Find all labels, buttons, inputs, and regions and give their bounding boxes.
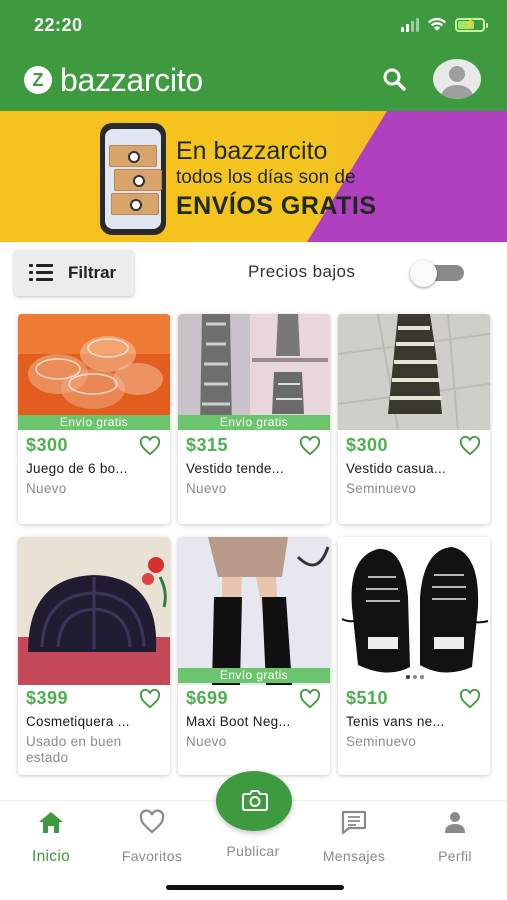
search-button[interactable]	[380, 65, 410, 95]
app-logo-text: bazzarcito	[60, 62, 203, 98]
banner-line-2: todos los días son de	[176, 167, 356, 188]
battery-charging-icon: ⚡	[455, 17, 488, 32]
favorite-heart-icon[interactable]	[299, 436, 321, 456]
product-price: $315	[186, 435, 229, 455]
low-prices-toggle[interactable]	[410, 260, 464, 287]
product-title: Cosmetiquera ...	[26, 714, 130, 729]
product-card[interactable]: Envío gratis $315 Vestido tende... Nuevo	[178, 314, 330, 524]
status-time: 22:20	[34, 15, 83, 35]
home-indicator	[166, 885, 344, 890]
product-price: $300	[26, 435, 69, 455]
product-image	[18, 537, 170, 685]
nav-label-inicio: Inicio	[32, 848, 70, 865]
product-condition: Seminuevo	[346, 481, 417, 496]
favorite-heart-icon[interactable]	[139, 436, 161, 456]
nav-item-inicio[interactable]: Inicio	[6, 809, 96, 866]
product-title: Vestido tende...	[186, 461, 284, 476]
favorite-heart-icon[interactable]	[459, 689, 481, 709]
banner-line-1: En bazzarcito	[176, 137, 328, 165]
favorite-heart-icon[interactable]	[459, 436, 481, 456]
nav-item-mensajes[interactable]: Mensajes	[309, 809, 399, 864]
favorite-heart-icon[interactable]	[139, 689, 161, 709]
filter-bar: Filtrar Precios bajos	[0, 242, 507, 302]
nav-label-favoritos: Favoritos	[121, 848, 183, 864]
free-shipping-badge: Envío gratis	[18, 415, 170, 430]
product-price: $399	[26, 688, 69, 708]
product-title: Vestido casua...	[346, 461, 447, 476]
product-price: $699	[186, 688, 229, 708]
phone-illustration	[100, 123, 166, 235]
home-icon	[39, 812, 63, 833]
status-bar: 22:20 ⚡	[0, 0, 507, 50]
wifi-icon	[428, 17, 446, 31]
filter-button[interactable]: Filtrar	[14, 250, 134, 296]
product-image	[178, 537, 330, 685]
product-card[interactable]: Envío gratis $699 Maxi Boot Neg... Nuevo	[178, 537, 330, 775]
free-shipping-badge: Envío gratis	[178, 415, 330, 430]
product-title: Tenis vans ne...	[346, 714, 445, 729]
product-card[interactable]: $510 Tenis vans ne... Seminuevo	[338, 537, 490, 775]
user-avatar-icon[interactable]	[433, 59, 481, 99]
nav-label-publicar: Publicar	[226, 843, 280, 859]
product-title: Maxi Boot Neg...	[186, 714, 291, 729]
search-icon	[383, 68, 406, 91]
product-condition: Usado en buen estado	[26, 734, 122, 765]
product-image	[18, 314, 170, 430]
publish-camera-button[interactable]	[216, 771, 292, 831]
message-icon	[341, 810, 367, 835]
free-shipping-badge: Envío gratis	[178, 668, 330, 683]
promo-banner[interactable]: En bazzarcito todos los días son de ENVÍ…	[0, 111, 507, 242]
camera-icon	[242, 790, 268, 811]
nav-item-perfil[interactable]: Perfil	[410, 809, 500, 864]
app-header: 22:20 ⚡ Z bazzarcito	[0, 0, 507, 111]
product-title: Juego de 6 bo...	[26, 461, 128, 476]
product-condition: Nuevo	[186, 481, 227, 496]
product-card[interactable]: $300 Vestido casua... Seminuevo	[338, 314, 490, 524]
app-bar: Z bazzarcito	[0, 55, 507, 107]
product-card[interactable]: Envío gratis $300 Juego de 6 bo... Nuevo	[18, 314, 170, 524]
filter-label: Filtrar	[68, 263, 117, 282]
signal-icon	[401, 17, 419, 32]
product-price: $510	[346, 688, 389, 708]
product-image	[178, 314, 330, 430]
nav-label-mensajes: Mensajes	[322, 848, 386, 864]
product-condition: Nuevo	[186, 734, 227, 749]
nav-label-perfil: Perfil	[438, 848, 472, 864]
heart-icon	[139, 809, 165, 834]
status-icons: ⚡	[401, 17, 488, 32]
product-image	[338, 537, 490, 685]
product-condition: Seminuevo	[346, 734, 417, 749]
product-condition: Nuevo	[26, 481, 67, 496]
nav-item-favoritos[interactable]: Favoritos	[107, 809, 197, 864]
filter-list-icon	[29, 264, 53, 282]
banner-line-3: ENVÍOS GRATIS	[176, 192, 377, 220]
product-price: $300	[346, 435, 389, 455]
person-icon	[445, 812, 465, 833]
product-card[interactable]: $399 Cosmetiquera ... Usado en buen esta…	[18, 537, 170, 775]
favorite-heart-icon[interactable]	[299, 689, 321, 709]
logo-icon: Z	[24, 66, 52, 94]
low-prices-label: Precios bajos	[248, 262, 356, 281]
product-grid: Envío gratis $300 Juego de 6 bo... Nuevo…	[0, 302, 507, 800]
product-image	[338, 314, 490, 430]
